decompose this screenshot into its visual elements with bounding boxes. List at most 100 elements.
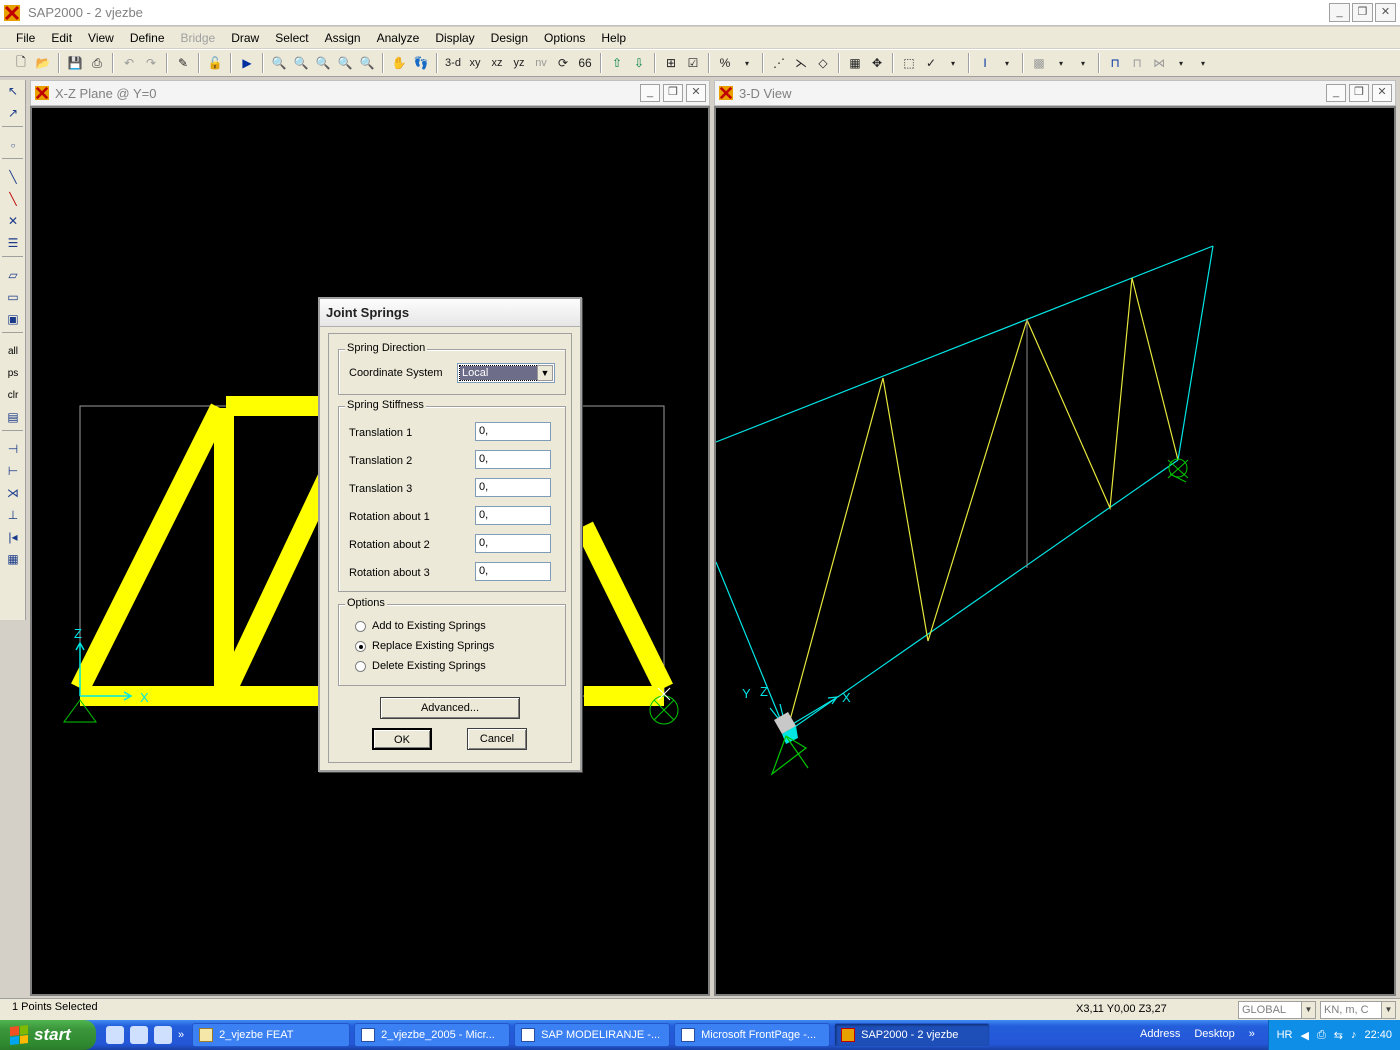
select-all-icon[interactable]: all xyxy=(0,340,26,362)
3d-view-close-button[interactable]: ✕ xyxy=(1372,84,1392,102)
xz-view-minimize-button[interactable]: _ xyxy=(640,84,660,102)
menu-edit[interactable]: Edit xyxy=(43,31,80,45)
dialog-title[interactable]: Joint Springs xyxy=(320,299,580,327)
new-file-icon[interactable]: 🗋 xyxy=(10,52,32,74)
rotation-1-input[interactable]: 0, xyxy=(475,506,551,525)
word-icon[interactable] xyxy=(106,1026,124,1044)
quick-draw-area-icon[interactable]: ▣ xyxy=(0,308,26,330)
check-model-icon[interactable]: ☑ xyxy=(682,52,704,74)
menu-display[interactable]: Display xyxy=(427,31,482,45)
open-folder-icon[interactable]: 📂 xyxy=(32,52,54,74)
menu-file[interactable]: File xyxy=(8,31,43,45)
dropdown-arrow-icon[interactable]: ▾ xyxy=(1170,52,1192,74)
volume-icon[interactable]: ♪ xyxy=(1351,1029,1357,1041)
menu-help[interactable]: Help xyxy=(593,31,634,45)
draw-cable-icon[interactable]: ╲ xyxy=(0,188,26,210)
dropdown-arrow-icon[interactable]: ▾ xyxy=(996,52,1018,74)
move-down-icon[interactable]: ⇩ xyxy=(628,52,650,74)
menu-design[interactable]: Design xyxy=(483,31,536,45)
radio-circle-selected[interactable] xyxy=(355,640,366,652)
task-frontpage[interactable]: Microsoft FrontPage -... xyxy=(674,1023,831,1047)
network-icon[interactable]: ⇆ xyxy=(1334,1029,1343,1042)
dropdown-arrow-icon[interactable]: ▾ xyxy=(1192,52,1214,74)
snap-perpendicular-icon[interactable]: ⊥ xyxy=(0,504,26,526)
address-label[interactable]: Address xyxy=(1140,1028,1180,1040)
pencil-icon[interactable]: ✎ xyxy=(172,52,194,74)
menu-define[interactable]: Define xyxy=(122,31,173,45)
zoom-full-icon[interactable]: 🔍 xyxy=(290,52,312,74)
snap-lines-icon[interactable]: ⋋ xyxy=(790,52,812,74)
app-shortcut-icon[interactable] xyxy=(154,1026,172,1044)
run-analysis-icon[interactable]: ▶ xyxy=(236,52,258,74)
view-3d-button[interactable]: 3-d xyxy=(442,52,464,74)
snap-fine-grid-icon[interactable]: ▦ xyxy=(0,548,26,570)
chevron-down-icon[interactable]: ▼ xyxy=(537,365,553,381)
tray-expand-icon[interactable]: ◀ xyxy=(1300,1029,1308,1042)
quick-draw-frame-icon[interactable]: ☰ xyxy=(0,232,26,254)
zoom-window-icon[interactable]: 🔍 xyxy=(268,52,290,74)
task-2-vjezbe-feat[interactable]: 2_vjezbe FEAT xyxy=(192,1023,351,1047)
task-word-doc[interactable]: 2_vjezbe_2005 - Micr... xyxy=(354,1023,511,1047)
draw-point-icon[interactable]: ○ xyxy=(0,134,26,156)
view-xy-button[interactable]: xy xyxy=(464,52,486,74)
dropdown-arrow-icon[interactable]: ▾ xyxy=(736,52,758,74)
delete-existing-radio[interactable]: Delete Existing Springs xyxy=(355,660,486,672)
section-i-icon[interactable]: I xyxy=(974,52,996,74)
toolbar-chevron[interactable]: » xyxy=(1249,1028,1255,1040)
move-up-icon[interactable]: ⇧ xyxy=(606,52,628,74)
3d-view-maximize-button[interactable]: ❐ xyxy=(1349,84,1369,102)
translation-2-input[interactable]: 0, xyxy=(475,450,551,469)
set-display-options-icon[interactable]: ⊞ xyxy=(660,52,682,74)
dropdown-arrow-icon[interactable]: ▾ xyxy=(942,52,964,74)
clear-selection-icon[interactable]: clr xyxy=(0,384,26,406)
desktop-label[interactable]: Desktop xyxy=(1194,1028,1234,1040)
ok-button[interactable]: OK xyxy=(372,728,432,750)
xz-view-close-button[interactable]: ✕ xyxy=(686,84,706,102)
view-yz-button[interactable]: yz xyxy=(508,52,530,74)
radio-circle[interactable] xyxy=(355,660,366,672)
view-nv-button[interactable]: nv xyxy=(530,52,552,74)
task-sap2000[interactable]: SAP2000 - 2 vjezbe xyxy=(834,1023,991,1047)
snap-intersection-icon[interactable]: ⋊ xyxy=(0,482,26,504)
coordinate-system-select[interactable]: Local ▼ xyxy=(457,363,555,383)
menu-draw[interactable]: Draw xyxy=(223,31,267,45)
radio-circle[interactable] xyxy=(355,620,366,632)
frame-icon[interactable]: ⊓ xyxy=(1104,52,1126,74)
walk-icon[interactable]: 👣 xyxy=(410,52,432,74)
cancel-button[interactable]: Cancel xyxy=(467,728,527,750)
grid-icon[interactable]: ▦ xyxy=(844,52,866,74)
units-select[interactable]: KN, m, C ▼ xyxy=(1320,1001,1396,1019)
3d-view-minimize-button[interactable]: _ xyxy=(1326,84,1346,102)
frame-release-icon[interactable]: ⊓ xyxy=(1126,52,1148,74)
language-indicator[interactable]: HR xyxy=(1277,1029,1293,1041)
draw-poly-area-icon[interactable]: ▱ xyxy=(0,264,26,286)
app-close-button[interactable]: ✕ xyxy=(1375,3,1396,22)
intersecting-line-icon[interactable]: ▤ xyxy=(0,406,26,428)
previous-selection-icon[interactable]: ps xyxy=(0,362,26,384)
undo-icon[interactable]: ↶ xyxy=(118,52,140,74)
advanced-button[interactable]: Advanced... xyxy=(380,697,520,719)
draw-area-icon[interactable]: ⬚ xyxy=(898,52,920,74)
rotate-view-icon[interactable]: ⟳ xyxy=(552,52,574,74)
pointer-icon[interactable]: ↖ xyxy=(0,80,26,102)
dropdown-arrow-icon[interactable]: ▾ xyxy=(1072,52,1094,74)
chevron-down-icon[interactable]: ▼ xyxy=(1381,1002,1395,1018)
reshape-icon[interactable]: ↗ xyxy=(0,102,26,124)
view-xz-button[interactable]: xz xyxy=(486,52,508,74)
menu-options[interactable]: Options xyxy=(536,31,593,45)
chevron-down-icon[interactable]: ▼ xyxy=(1301,1002,1315,1018)
menu-view[interactable]: View xyxy=(80,31,122,45)
task-sap-modeliranje[interactable]: SAP MODELIRANJE -... xyxy=(514,1023,671,1047)
snap-midpoints-icon[interactable]: ⊢ xyxy=(0,460,26,482)
dropdown-arrow-icon[interactable]: ▾ xyxy=(1050,52,1072,74)
rotation-2-input[interactable]: 0, xyxy=(475,534,551,553)
start-button[interactable]: start xyxy=(0,1020,96,1050)
assign-all-icon[interactable]: ✓ xyxy=(920,52,942,74)
zoom-previous-icon[interactable]: 🔍 xyxy=(356,52,378,74)
material-icon[interactable]: ▩ xyxy=(1028,52,1050,74)
menu-assign[interactable]: Assign xyxy=(317,31,369,45)
snap-joints-icon[interactable]: ⊣ xyxy=(0,438,26,460)
snap-lines-edges-icon[interactable]: |◂ xyxy=(0,526,26,548)
menu-bridge[interactable]: Bridge xyxy=(173,31,224,45)
3d-view-canvas[interactable]: X Y Z xyxy=(714,106,1396,996)
